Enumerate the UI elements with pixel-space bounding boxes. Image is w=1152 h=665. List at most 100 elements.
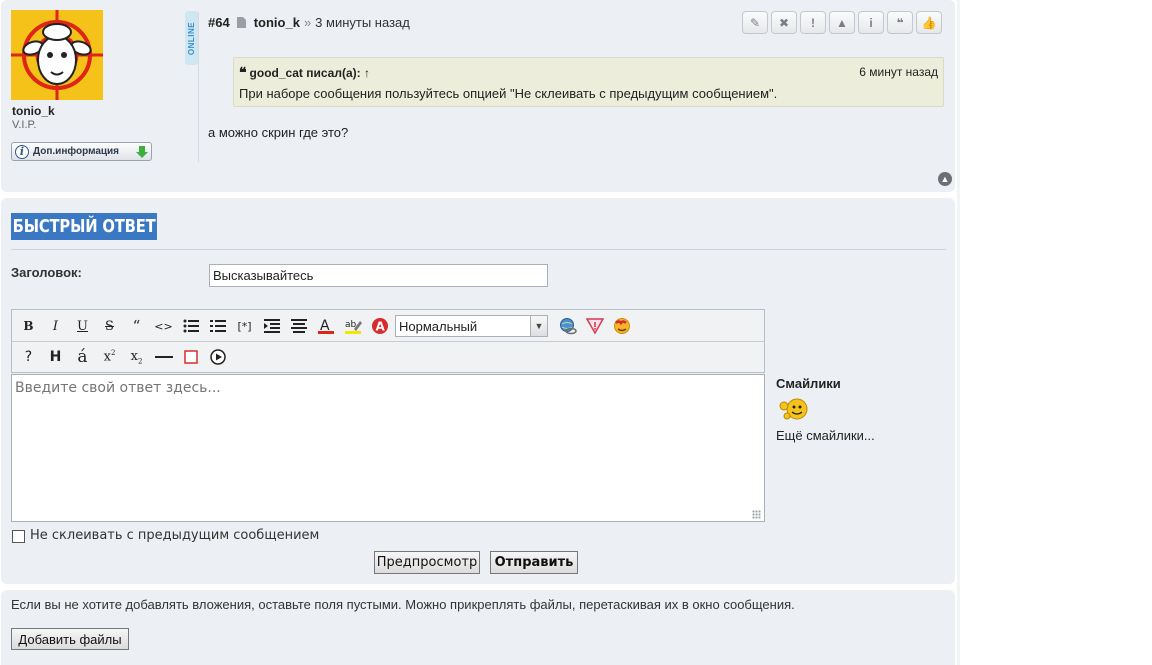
align-center-icon <box>290 319 307 333</box>
quote-post-button[interactable]: ❝ <box>887 11 913 34</box>
quote-time: 6 минут назад <box>859 65 938 79</box>
send-button[interactable]: Отправить <box>490 551 578 574</box>
resize-grip-icon[interactable] <box>752 510 761 519</box>
heading-button[interactable]: H <box>42 345 69 369</box>
add-files-button[interactable]: Добавить файлы <box>11 628 129 650</box>
emoji-icon <box>613 318 630 334</box>
smiley-wave-icon[interactable] <box>779 396 809 422</box>
remove-format-icon: A <box>371 318 388 334</box>
bullet-list-button[interactable] <box>177 314 204 338</box>
highlight-icon: ab <box>344 320 362 334</box>
subject-input[interactable] <box>209 264 548 287</box>
info-icon: i <box>15 144 29 159</box>
warn-user-button[interactable]: ▲ <box>829 11 855 34</box>
quote-button[interactable]: “ <box>123 314 150 338</box>
frame-button[interactable] <box>177 345 204 369</box>
online-badge: ONLINE <box>185 11 198 65</box>
emoji-button[interactable] <box>608 314 635 338</box>
post-author[interactable]: tonio_k <box>254 15 300 30</box>
font-color-icon: A <box>317 318 334 334</box>
post-action-buttons: ✎ ✖ ! ▲ i ❝ 👍 <box>742 11 942 34</box>
post-time: 3 минуты назад <box>315 15 410 30</box>
post-number[interactable]: #64 <box>208 15 230 30</box>
list-item-icon: [*] <box>237 319 252 333</box>
subject-label: Заголовок: <box>11 265 82 280</box>
underline-button[interactable]: U <box>69 314 96 338</box>
code-icon: <> <box>154 319 173 333</box>
post-body: а можно скрин где это? <box>208 125 349 140</box>
question-icon: ? <box>24 349 33 365</box>
info-icon: i <box>869 15 873 30</box>
horizontal-rule-icon <box>154 356 173 358</box>
media-button[interactable] <box>204 345 231 369</box>
spoiler-button[interactable] <box>581 314 608 338</box>
numbered-list-button[interactable] <box>204 314 231 338</box>
bullet-list-icon <box>183 319 199 333</box>
post-header: #64 tonio_k » 3 минуты назад <box>208 15 410 30</box>
quote-source-link[interactable]: ↑ <box>364 66 370 80</box>
indent-icon <box>263 319 280 333</box>
accent-button[interactable]: á <box>69 345 96 369</box>
quote-author-label: good_cat писал(а): <box>249 66 361 80</box>
no-merge-checkbox[interactable] <box>12 530 25 543</box>
question-button[interactable]: ? <box>15 345 42 369</box>
edit-post-button[interactable]: ✎ <box>742 11 768 34</box>
indent-button[interactable] <box>258 314 285 338</box>
report-post-button[interactable]: ! <box>800 11 826 34</box>
quote-icon: ❝ <box>896 15 904 30</box>
font-color-button[interactable]: A <box>312 314 339 338</box>
like-post-button[interactable]: 👍 <box>916 11 942 34</box>
font-size-select[interactable]: Нормальный ▼ <box>395 315 548 337</box>
bold-button[interactable]: B <box>15 314 42 338</box>
insert-link-button[interactable] <box>554 314 581 338</box>
online-badge-label: ONLINE <box>187 21 197 55</box>
no-merge-label[interactable]: Не склеивать с предыдущим сообщением <box>30 528 319 543</box>
list-item-button[interactable]: [*] <box>231 314 258 338</box>
remove-format-button[interactable]: A <box>366 314 393 338</box>
numbered-list-icon <box>209 320 226 332</box>
user-avatar[interactable] <box>11 10 103 100</box>
spoiler-icon <box>585 318 604 335</box>
back-to-top-icon[interactable]: ▲ <box>938 172 952 186</box>
superscript-button[interactable]: x2 <box>96 345 123 369</box>
more-info-label: Доп.информация <box>33 146 120 157</box>
preview-button[interactable]: Предпросмотр <box>374 551 480 574</box>
post-header-separator: » <box>303 15 312 30</box>
attachments-hint: Если вы не хотите добавлять вложения, ос… <box>11 597 795 612</box>
superscript-icon: x2 <box>103 349 116 365</box>
quote-mark-icon: ❝ <box>239 65 247 81</box>
user-name[interactable]: tonio_k <box>12 104 55 118</box>
quote-text: При наборе сообщения пользуйтесь опцией … <box>239 86 778 101</box>
align-center-button[interactable] <box>285 314 312 338</box>
font-size-value: Нормальный <box>399 318 478 334</box>
subscript-button[interactable]: x2 <box>123 345 150 369</box>
strikethrough-button[interactable]: S <box>96 314 123 338</box>
delete-post-button[interactable]: ✖ <box>771 11 797 34</box>
quick-reply-panel: БЫСТРЫЙ ОТВЕТ Заголовок: B I U S “ <> [*… <box>1 198 955 584</box>
quote-block: ❝ good_cat писал(а): ↑ 6 минут назад При … <box>233 57 944 107</box>
thumbs-up-icon: 👍 <box>921 15 937 30</box>
more-info-button[interactable]: i Доп.информация <box>11 142 152 161</box>
quote-icon: “ <box>132 317 141 335</box>
message-editor[interactable] <box>11 374 765 522</box>
italic-button[interactable]: I <box>42 314 69 338</box>
warning-icon: ▲ <box>836 15 848 30</box>
accent-icon: á <box>77 347 88 367</box>
svg-text:A: A <box>375 320 385 334</box>
highlight-button[interactable]: ab <box>339 314 366 338</box>
download-arrow-icon <box>136 145 148 158</box>
pencil-icon: ✎ <box>749 15 761 30</box>
more-smilies-link[interactable]: Ещё смайлики... <box>776 428 875 443</box>
smilies-label: Смайлики <box>776 376 841 391</box>
user-rank: V.I.P. <box>12 119 37 131</box>
post-info-button[interactable]: i <box>858 11 884 34</box>
toolbar-divider <box>12 341 764 342</box>
horizontal-rule-button[interactable] <box>150 345 177 369</box>
exclamation-icon: ! <box>811 15 815 30</box>
code-button[interactable]: <> <box>150 314 177 338</box>
quote-author: ❝ good_cat писал(а): ↑ <box>239 65 370 81</box>
globe-link-icon <box>559 318 577 335</box>
post-page-icon <box>236 17 246 28</box>
chevron-down-icon: ▼ <box>530 316 547 336</box>
divider <box>198 12 199 162</box>
